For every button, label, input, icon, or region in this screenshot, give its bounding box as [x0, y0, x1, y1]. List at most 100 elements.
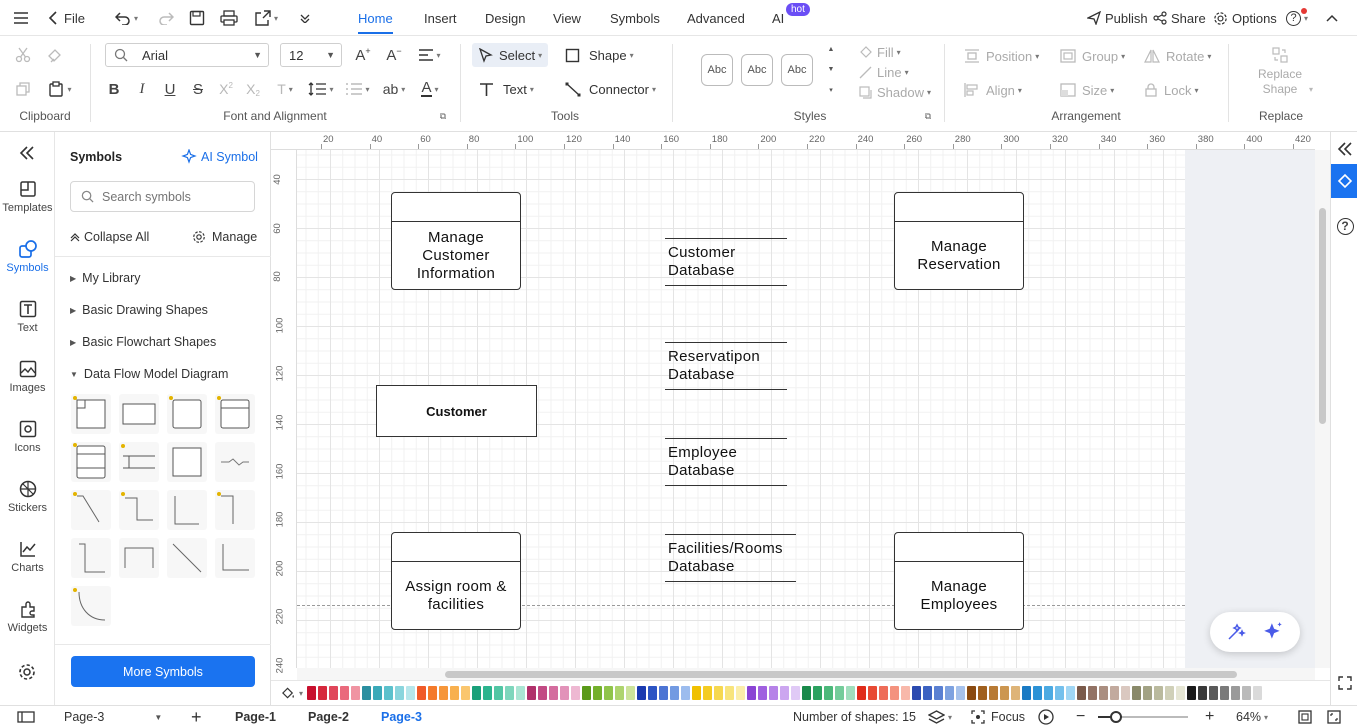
color-swatch[interactable] [1110, 686, 1119, 700]
fit-page-icon[interactable] [1298, 706, 1312, 728]
color-swatch[interactable] [626, 686, 635, 700]
color-swatch[interactable] [307, 686, 316, 700]
symbol-thumb[interactable] [71, 442, 111, 482]
process-manage-employees[interactable]: Manage Employees [894, 532, 1024, 630]
color-swatch[interactable] [813, 686, 822, 700]
page-panel-toggle-icon[interactable] [17, 706, 35, 728]
symbol-thumb[interactable] [71, 586, 111, 626]
help-button[interactable]: ? ▾ [1286, 0, 1308, 36]
settings-gear-icon[interactable] [17, 662, 37, 682]
ai-symbol-button[interactable]: AI Symbol [181, 149, 258, 165]
symbol-thumb[interactable] [215, 538, 255, 578]
color-swatch[interactable] [571, 686, 580, 700]
undo-button[interactable]: ▾ [115, 0, 138, 36]
shadow-button[interactable]: Shadow ▾ [859, 84, 931, 100]
color-swatch[interactable] [483, 686, 492, 700]
text-tool-button[interactable]: Text ▾ [479, 77, 534, 101]
color-swatch[interactable] [362, 686, 371, 700]
superscript-icon[interactable]: X2 [217, 79, 235, 99]
drawing-page[interactable]: Manage Customer Information Manage Reser… [297, 150, 1185, 668]
color-swatch[interactable] [395, 686, 404, 700]
align-text-icon[interactable]: ▾ [416, 45, 444, 65]
cut-icon[interactable] [14, 46, 32, 64]
publish-button[interactable]: Publish [1087, 0, 1148, 36]
copy-icon[interactable] [14, 80, 32, 98]
color-swatch[interactable] [329, 686, 338, 700]
tab-ai[interactable]: AI [772, 0, 784, 36]
line-spacing-icon[interactable]: ▾ [306, 79, 336, 99]
color-swatch[interactable] [560, 686, 569, 700]
ai-magic-wand-icon[interactable] [1226, 622, 1246, 642]
color-swatch[interactable] [835, 686, 844, 700]
search-symbols-input[interactable] [102, 189, 247, 204]
color-swatch[interactable] [604, 686, 613, 700]
more-symbols-button[interactable]: More Symbols [71, 656, 255, 687]
more-chevron-icon[interactable] [299, 0, 311, 36]
symbol-thumb[interactable] [71, 538, 111, 578]
library-basic-flowchart-shapes[interactable]: ▶ Basic Flowchart Shapes [70, 335, 216, 349]
size-button[interactable]: Size ▾ [1060, 81, 1114, 99]
color-swatch[interactable] [703, 686, 712, 700]
data-store-reservation[interactable]: Reservatipon Database [665, 342, 787, 390]
symbol-thumb[interactable] [119, 490, 159, 530]
color-swatch[interactable] [1055, 686, 1064, 700]
position-button[interactable]: Position ▾ [964, 47, 1039, 65]
color-swatch[interactable] [538, 686, 547, 700]
color-swatch[interactable] [791, 686, 800, 700]
rotate-button[interactable]: Rotate ▾ [1144, 47, 1211, 65]
zoom-out-button[interactable]: − [1076, 706, 1085, 728]
nav-text[interactable]: Text [0, 296, 55, 334]
color-swatch[interactable] [725, 686, 734, 700]
process-manage-customer[interactable]: Manage Customer Information [391, 192, 521, 290]
color-swatch[interactable] [802, 686, 811, 700]
replace-shape-icon[interactable] [1270, 45, 1290, 65]
text-highlight-icon[interactable]: ab ▾ [380, 79, 408, 99]
style-sample-3[interactable]: Abc [781, 54, 813, 86]
strikethrough-icon[interactable]: S [189, 79, 207, 99]
nav-images[interactable]: Images [0, 356, 55, 394]
fill-bucket-icon[interactable]: ▾ [281, 685, 303, 701]
tab-design[interactable]: Design [485, 0, 525, 36]
add-page-button[interactable]: + [191, 706, 202, 728]
styles-scroll-icon[interactable]: ▲ ▼ ▾ [826, 46, 836, 94]
symbol-thumb[interactable] [71, 394, 111, 434]
zoom-slider[interactable] [1098, 706, 1188, 728]
color-swatch[interactable] [714, 686, 723, 700]
color-swatch[interactable] [384, 686, 393, 700]
color-swatch[interactable] [824, 686, 833, 700]
color-swatch[interactable] [549, 686, 558, 700]
tab-view[interactable]: View [553, 0, 581, 36]
symbol-thumb[interactable] [119, 538, 159, 578]
nav-stickers[interactable]: Stickers [0, 476, 55, 514]
increase-font-icon[interactable]: A + [353, 45, 373, 65]
color-swatch[interactable] [934, 686, 943, 700]
font-dialog-launcher-icon[interactable]: ⧉ [438, 111, 448, 121]
external-entity-customer[interactable]: Customer [376, 385, 537, 437]
nav-templates[interactable]: Templates [0, 176, 55, 214]
color-swatch[interactable] [351, 686, 360, 700]
zoom-in-button[interactable]: + [1205, 706, 1214, 728]
color-swatch[interactable] [1077, 686, 1086, 700]
color-swatch[interactable] [1220, 686, 1229, 700]
color-swatch[interactable] [1132, 686, 1141, 700]
nav-widgets[interactable]: Widgets [0, 596, 55, 634]
select-tool-button[interactable]: Select ▾ [472, 43, 549, 67]
color-swatch[interactable] [1231, 686, 1240, 700]
color-swatch[interactable] [340, 686, 349, 700]
color-swatch[interactable] [1011, 686, 1020, 700]
color-swatch[interactable] [923, 686, 932, 700]
color-swatch[interactable] [1176, 686, 1185, 700]
save-icon[interactable] [189, 0, 205, 36]
font-family-select[interactable]: Arial ▼ [105, 43, 269, 67]
manage-button[interactable]: Manage [192, 230, 257, 244]
color-swatch[interactable] [978, 686, 987, 700]
collapse-ribbon-icon[interactable] [1326, 0, 1338, 36]
library-basic-drawing-shapes[interactable]: ▶ Basic Drawing Shapes [70, 303, 208, 317]
tab-symbols[interactable]: Symbols [610, 0, 660, 36]
expand-panel-icon[interactable] [1336, 140, 1354, 158]
color-swatch[interactable] [1154, 686, 1163, 700]
underline-icon[interactable]: U [161, 79, 179, 99]
page-tab-3[interactable]: Page-3 [381, 706, 422, 728]
color-swatch[interactable] [648, 686, 657, 700]
color-swatch[interactable] [1143, 686, 1152, 700]
